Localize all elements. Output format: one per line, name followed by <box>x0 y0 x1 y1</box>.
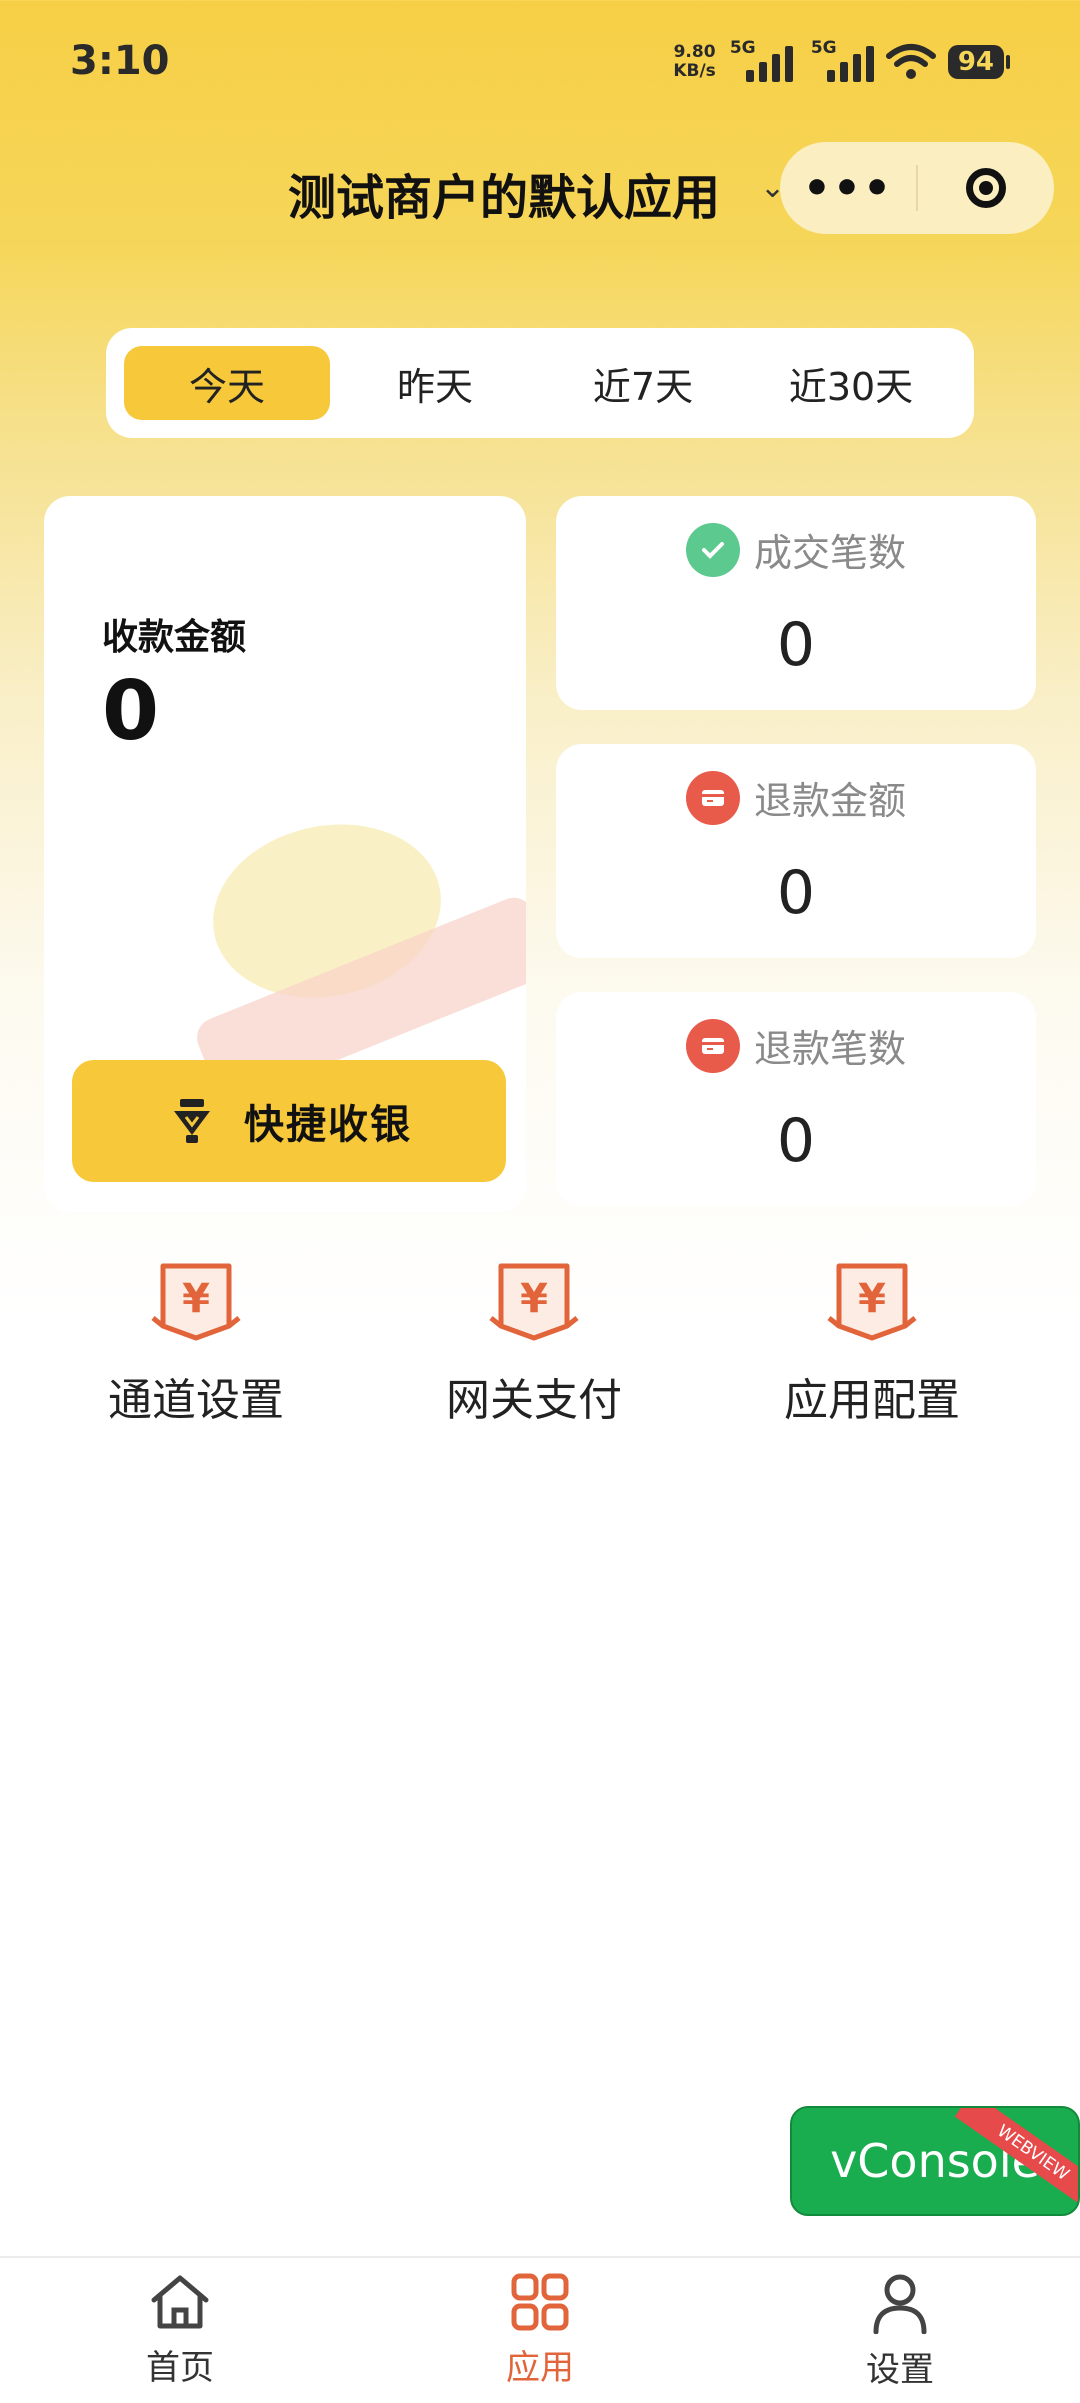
net-speed: 9.80 KB/s <box>673 43 715 81</box>
user-icon <box>873 2274 927 2334</box>
nav-label: 设置 <box>866 2350 934 2390</box>
home-icon <box>151 2275 209 2329</box>
stat-value: 0 <box>776 610 816 680</box>
nav-item-home[interactable]: 首页 <box>80 2272 280 2389</box>
nav-label: 首页 <box>146 2348 214 2388</box>
refund-card-icon <box>685 1018 740 1073</box>
shortcut-label: 通道设置 <box>108 1375 284 1426</box>
shortcut-gateway-payment[interactable]: ¥ 网关支付 <box>384 1260 684 1480</box>
tab-today[interactable]: 今天 <box>124 346 330 420</box>
signal-icon: 5G <box>811 38 874 82</box>
refund-count-card: 退款笔数 0 <box>556 992 1036 1206</box>
stat-label: 成交笔数 <box>753 531 906 575</box>
collection-amount-card: 收款金额 0 快捷收银 <box>44 496 526 1212</box>
amount-value: 0 <box>102 664 160 759</box>
status-time: 3:10 <box>70 38 170 84</box>
shortcut-channel-settings[interactable]: ¥ 通道设置 <box>46 1260 346 1480</box>
tab-last-7-days[interactable]: 近7天 <box>540 346 746 420</box>
nav-label: 应用 <box>506 2348 574 2388</box>
signal-tag: 5G <box>810 38 837 58</box>
status-icons: 9.80 KB/s 5G 5G 94 <box>673 38 1011 86</box>
stat-value: 0 <box>776 1106 816 1176</box>
more-dots-icon[interactable]: ••• <box>780 163 916 214</box>
bottom-nav: 首页 应用 设置 <box>0 2256 1080 2403</box>
vconsole-button[interactable]: vConsole WEBVIEW <box>790 2106 1080 2216</box>
yuan-tag-icon: ¥ <box>827 1263 917 1341</box>
refund-amount-card: 退款金额 0 <box>556 744 1036 958</box>
shortcut-app-config[interactable]: ¥ 应用配置 <box>722 1260 1022 1480</box>
apps-grid-icon <box>511 2273 569 2331</box>
yuan-tag-icon: ¥ <box>151 1263 241 1341</box>
svg-text:¥: ¥ <box>858 1276 886 1322</box>
amount-label: 收款金额 <box>102 617 247 658</box>
nav-item-apps[interactable]: 应用 <box>440 2272 640 2389</box>
stat-label: 退款金额 <box>753 779 906 823</box>
stat-value: 0 <box>776 858 816 928</box>
shortcut-label: 网关支付 <box>446 1375 622 1426</box>
quick-cashier-label: 快捷收银 <box>244 1102 412 1148</box>
close-mini-program-button[interactable] <box>918 168 1054 208</box>
download-arrow-icon <box>174 1099 210 1143</box>
shortcut-label: 应用配置 <box>784 1375 960 1426</box>
net-speed-unit: KB/s <box>673 61 716 81</box>
net-speed-value: 9.80 <box>673 42 716 62</box>
svg-text:¥: ¥ <box>520 1276 548 1322</box>
signal-icon: 5G <box>730 38 793 82</box>
tab-last-30-days[interactable]: 近30天 <box>748 346 954 420</box>
tab-yesterday[interactable]: 昨天 <box>332 346 538 420</box>
date-range-tabs: 今天 昨天 近7天 近30天 <box>106 328 974 438</box>
svg-text:¥: ¥ <box>182 1276 210 1322</box>
quick-cashier-button[interactable]: 快捷收银 <box>72 1060 506 1182</box>
app-title[interactable]: 测试商户的默认应用 <box>288 158 720 228</box>
battery-indicator: 94 <box>947 45 1011 79</box>
stat-label: 退款笔数 <box>753 1027 906 1071</box>
target-icon <box>966 168 1006 208</box>
transaction-count-card: 成交笔数 0 <box>556 496 1036 710</box>
mini-program-capsule: ••• <box>780 142 1054 234</box>
refund-card-icon <box>685 770 740 825</box>
wifi-icon <box>885 44 936 79</box>
signal-tag: 5G <box>729 38 756 58</box>
yuan-tag-icon: ¥ <box>489 1263 579 1341</box>
check-circle-icon <box>685 522 740 577</box>
nav-item-settings[interactable]: 设置 <box>800 2272 1000 2391</box>
